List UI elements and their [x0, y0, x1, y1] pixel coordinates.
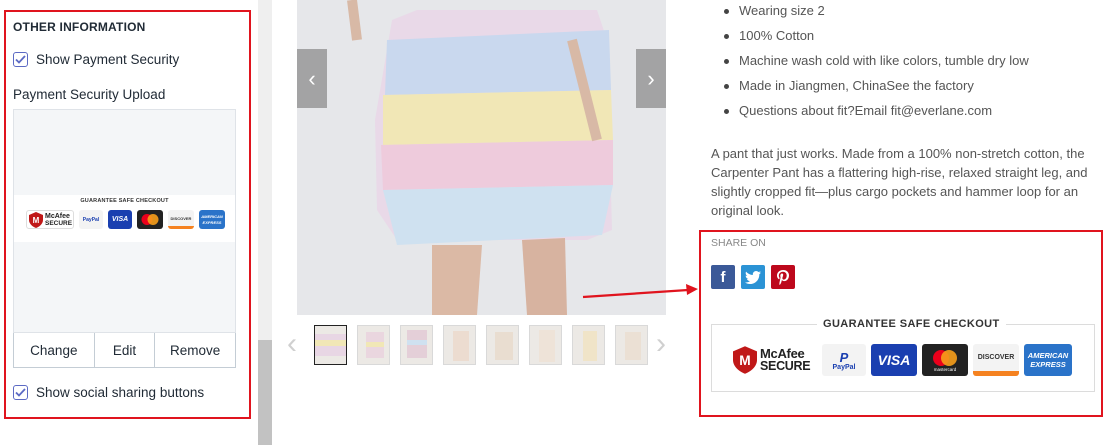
thumbnail[interactable]: [314, 325, 347, 365]
svg-text:M: M: [33, 216, 40, 225]
visa-text: VISA: [111, 216, 129, 223]
svg-text:M: M: [739, 353, 750, 368]
paypal-badge: PayPal: [79, 210, 103, 229]
gallery-next-button[interactable]: ›: [636, 49, 666, 108]
visa-badge: VISA: [108, 210, 132, 229]
mcafee-secure-text: SECURE: [45, 219, 73, 227]
twitter-icon[interactable]: [741, 265, 765, 289]
upload-badge-row: M McAfee SECURE PayPal VISA DISCOVER AME…: [26, 210, 225, 229]
discover-badge: DISCOVER: [973, 344, 1019, 376]
discover-text: DISCOVER: [170, 215, 192, 221]
payment-badges-image: GUARANTEE SAFE CHECKOUT M McAfee SECURE …: [14, 195, 235, 242]
mastercard-badge: [137, 210, 163, 229]
product-details-list: Wearing size 2 100% Cotton Machine wash …: [711, 0, 1029, 125]
mastercard-badge: mastercard: [922, 344, 968, 376]
list-item: Made in Jiangmen, ChinaSee the factory: [711, 75, 1029, 100]
list-item: 100% Cotton: [711, 25, 1029, 50]
change-button[interactable]: Change: [14, 333, 95, 367]
show-payment-security-checkbox[interactable]: Show Payment Security: [13, 52, 179, 67]
remove-button[interactable]: Remove: [155, 333, 235, 367]
svg-text:P: P: [840, 350, 849, 364]
amex-text: AMERICAN: [1027, 351, 1069, 360]
mcafee-badge: M McAfee SECURE: [26, 210, 74, 229]
amex-badge: AMERICAN EXPRESS: [199, 210, 225, 229]
thumbnail[interactable]: [615, 325, 648, 365]
mcafee-badge: M McAfee SECURE: [733, 344, 817, 376]
payment-security-image-preview: GUARANTEE SAFE CHECKOUT M McAfee SECURE …: [13, 109, 236, 333]
show-payment-security-label: Show Payment Security: [36, 52, 180, 67]
list-item: Wearing size 2: [711, 0, 1029, 25]
edit-button[interactable]: Edit: [95, 333, 156, 367]
checkbox-checked-icon[interactable]: [13, 52, 28, 67]
show-social-sharing-checkbox[interactable]: Show social sharing buttons: [13, 385, 204, 400]
mastercard-text: mastercard: [933, 366, 957, 372]
share-on-label: SHARE ON: [711, 237, 766, 249]
upload-image-heading: GUARANTEE SAFE CHECKOUT: [80, 198, 169, 204]
product-main-image[interactable]: ‹ ›: [297, 0, 666, 315]
guarantee-safe-checkout-box: GUARANTEE SAFE CHECKOUT M McAfee SECURE …: [711, 318, 1095, 392]
chevron-right-icon: ›: [647, 65, 655, 91]
section-heading: OTHER INFORMATION: [13, 20, 146, 34]
gallery-prev-button[interactable]: ‹: [297, 49, 327, 108]
visa-text: VISA: [877, 352, 911, 368]
thumbnail[interactable]: [357, 325, 390, 365]
thumbnail-next-icon[interactable]: ›: [656, 327, 666, 361]
visa-badge: VISA: [871, 344, 917, 376]
mcafee-text: McAfee: [45, 212, 70, 220]
thumbnail[interactable]: [572, 325, 605, 365]
facebook-icon[interactable]: f: [711, 265, 735, 289]
amex-express-text: EXPRESS: [202, 219, 222, 225]
thumbnail-strip: ‹ ›: [285, 323, 677, 368]
social-share-buttons: f: [711, 265, 795, 289]
pinterest-icon[interactable]: [771, 265, 795, 289]
checkbox-checked-icon[interactable]: [13, 385, 28, 400]
list-item: Machine wash cold with like colors, tumb…: [711, 50, 1029, 75]
thumbnail[interactable]: [400, 325, 433, 365]
settings-scrollbar[interactable]: [258, 0, 272, 445]
paypal-text: PayPal: [82, 216, 100, 223]
thumbnail-prev-icon[interactable]: ‹: [287, 327, 297, 361]
mcafee-secure-text: SECURE: [760, 359, 811, 373]
upload-actions: Change Edit Remove: [13, 333, 236, 368]
show-social-sharing-label: Show social sharing buttons: [36, 385, 205, 400]
checkout-badge-row: M McAfee SECURE P PayPal VISA mastercard…: [733, 344, 1072, 376]
paypal-badge: P PayPal: [822, 344, 866, 376]
amex-badge: AMERICAN EXPRESS: [1024, 344, 1072, 376]
thumbnail[interactable]: [486, 325, 519, 365]
list-item: Questions about fit?Email fit@everlane.c…: [711, 100, 1029, 125]
discover-text: DISCOVER: [977, 354, 1015, 361]
scrollbar-thumb[interactable]: [258, 340, 272, 445]
checkout-heading: GUARANTEE SAFE CHECKOUT: [817, 318, 1006, 330]
payment-security-upload-label: Payment Security Upload: [13, 87, 166, 102]
paypal-text: PayPal: [832, 363, 856, 371]
thumbnail[interactable]: [529, 325, 562, 365]
discover-badge: DISCOVER: [168, 210, 194, 229]
product-description: A pant that just works. Made from a 100%…: [711, 146, 1088, 218]
dress-photo-illustration: [297, 0, 666, 315]
chevron-left-icon: ‹: [308, 65, 316, 91]
thumbnail[interactable]: [443, 325, 476, 365]
amex-express-text: EXPRESS: [1030, 360, 1066, 369]
